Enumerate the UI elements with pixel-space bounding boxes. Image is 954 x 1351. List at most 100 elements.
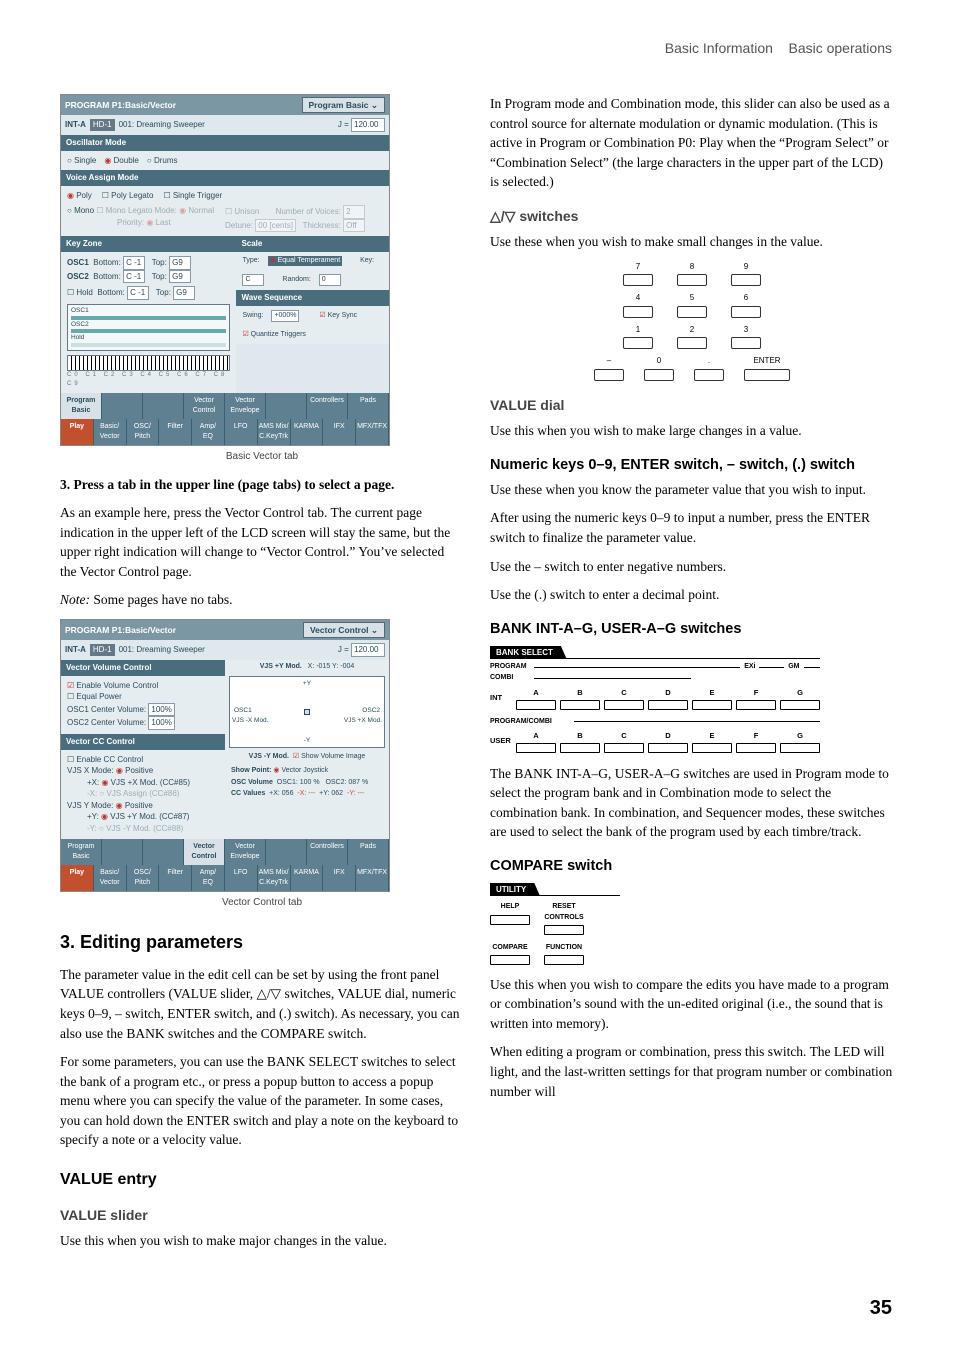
lcd1-keyzone-head: Key Zone	[61, 236, 236, 252]
lcd1-title-right-dropdown[interactable]: Program Basic	[302, 97, 385, 113]
ltab-amp-eq[interactable]: Amp/ EQ	[192, 419, 225, 445]
tab-vector-envelope[interactable]: Vector Envelope	[225, 393, 266, 419]
radio-vjsy-positive[interactable]: Positive	[116, 801, 153, 810]
page-number: 35	[870, 1294, 892, 1323]
lcd2-vvc-head: Vector Volume Control	[61, 660, 225, 676]
radio-priority-last: Last	[146, 218, 170, 227]
lcd2-title-left: PROGRAM P1:Basic/Vector	[65, 624, 176, 636]
bank-user-c	[604, 743, 644, 753]
caption-fig2: Vector Control tab	[60, 896, 464, 911]
ltab-karma[interactable]: KARMA	[291, 419, 324, 445]
bank-int-a	[516, 700, 556, 710]
popup-vjs-my: VJS -Y Mod.	[99, 824, 151, 833]
radio-single[interactable]: Single	[67, 155, 96, 167]
lcd1-voice-head: Voice Assign Mode	[61, 170, 389, 186]
key-dot	[694, 369, 724, 381]
ltab2-filter[interactable]: Filter	[159, 865, 192, 891]
bank-title: BANK SELECT	[490, 646, 567, 660]
chk-key-sync[interactable]: Key Sync	[319, 311, 357, 321]
lcd2-prog-name: 001: Dreaming Sweeper	[119, 644, 205, 656]
ltab2-ams[interactable]: AMS Mix/ C.KeyTrk	[258, 865, 291, 891]
tab-controllers[interactable]: Controllers	[307, 393, 348, 419]
tab2-vector-control[interactable]: Vector Control	[184, 839, 225, 865]
scale-type-popup[interactable]: Equal Temperament	[268, 256, 343, 266]
keypad-diagram: 7 8 9 4 5 6 1 2 3 – 0 . ENTER	[582, 261, 802, 381]
bank-user-e	[692, 743, 732, 753]
ltab2-mfx[interactable]: MFX/TFX	[356, 865, 389, 891]
radio-poly[interactable]: Poly	[67, 190, 92, 202]
chk-poly-legato[interactable]: Poly Legato	[102, 190, 154, 202]
ltab-ams[interactable]: AMS Mix/ C.KeyTrk	[258, 419, 291, 445]
bank-int-b	[560, 700, 600, 710]
p-edit1: The parameter value in the edit cell can…	[60, 965, 464, 1043]
tab2-program-basic[interactable]: Program Basic	[61, 839, 102, 865]
ltab-play[interactable]: Play	[61, 419, 94, 445]
lcd2-bank-tag: HD-1	[90, 644, 115, 656]
ltab-lfo[interactable]: LFO	[225, 419, 258, 445]
chk-single-trigger[interactable]: Single Trigger	[163, 190, 222, 202]
lcd1-osc-mode-head: Oscillator Mode	[61, 135, 389, 151]
bank-user-f	[736, 743, 776, 753]
radio-vjsx-positive[interactable]: Positive	[116, 766, 153, 775]
left-column: PROGRAM P1:Basic/Vector Program Basic IN…	[60, 94, 464, 1260]
tab-pads[interactable]: Pads	[348, 393, 389, 419]
tab-program-basic[interactable]: Program Basic	[61, 393, 102, 419]
vector-joystick-display: +Y OSC1 OSC2 VJS -X Mod. VJS +X Mod. -Y	[229, 676, 385, 748]
lcd1-upper-tabs: Program Basic Vector Control Vector Enve…	[61, 393, 389, 419]
chk-hold[interactable]: Hold	[67, 288, 93, 297]
ltab2-karma[interactable]: KARMA	[291, 865, 324, 891]
lcd-screenshot-vector-control: PROGRAM P1:Basic/Vector Vector Control I…	[60, 619, 390, 892]
radio-drums[interactable]: Drums	[147, 155, 178, 167]
key-7	[623, 274, 653, 286]
ltab2-ifx[interactable]: IFX	[323, 865, 356, 891]
radio-mode-normal: Normal	[179, 206, 214, 215]
lcd1-bank-tag: HD-1	[90, 119, 115, 131]
ltab-osc-pitch[interactable]: OSC/ Pitch	[127, 419, 160, 445]
ltab2-play[interactable]: Play	[61, 865, 94, 891]
popup-vjs-mx: VJS Assign	[99, 789, 147, 798]
ltab-mfx[interactable]: MFX/TFX	[356, 419, 389, 445]
header-left: Basic Information	[665, 40, 773, 56]
lcd1-bank: INT-A	[65, 119, 86, 131]
key-minus	[594, 369, 624, 381]
key-2	[677, 337, 707, 349]
ltab2-amp[interactable]: Amp/ EQ	[192, 865, 225, 891]
chk-enable-cc[interactable]: Enable CC Control	[67, 755, 143, 764]
tab-vector-control[interactable]: Vector Control	[184, 393, 225, 419]
ltab-basic-vector[interactable]: Basic/ Vector	[94, 419, 127, 445]
p-num2: After using the numeric keys 0–9 to inpu…	[490, 508, 894, 547]
ltab2-osc[interactable]: OSC/ Pitch	[127, 865, 160, 891]
header-right: Basic operations	[788, 40, 892, 56]
radio-mono[interactable]: Mono	[67, 206, 94, 215]
lcd2-title-right-dropdown[interactable]: Vector Control	[303, 622, 385, 638]
lcd1-lower-tabs: Play Basic/ Vector OSC/ Pitch Filter Amp…	[61, 419, 389, 445]
key-6	[731, 306, 761, 318]
chk-quantize-triggers[interactable]: Quantize Triggers	[242, 330, 305, 340]
lcd2-upper-tabs: Program Basic Vector Control Vector Enve…	[61, 839, 389, 865]
popup-vjs-px[interactable]: VJS +X Mod.	[101, 778, 157, 787]
running-header: Basic Information Basic operations	[665, 38, 892, 58]
tab2-controllers[interactable]: Controllers	[307, 839, 348, 865]
chk-enable-vol[interactable]: Enable Volume Control	[67, 681, 158, 690]
ltab2-basic[interactable]: Basic/ Vector	[94, 865, 127, 891]
btn-function	[544, 955, 584, 965]
p-top-right: In Program mode and Combination mode, th…	[490, 94, 894, 192]
utility-title: UTILITY	[490, 883, 540, 897]
chk-show-volume-image[interactable]: Show Volume Image	[293, 753, 365, 760]
ltab-ifx[interactable]: IFX	[323, 419, 356, 445]
radio-double[interactable]: Double	[104, 155, 139, 167]
tab2-vector-envelope[interactable]: Vector Envelope	[225, 839, 266, 865]
ltab-filter[interactable]: Filter	[159, 419, 192, 445]
key-3	[731, 337, 761, 349]
bank-int-f	[736, 700, 776, 710]
popup-vjs-py[interactable]: VJS +Y Mod.	[101, 812, 157, 821]
p-dial: Use this when you wish to make large cha…	[490, 421, 894, 441]
right-column: In Program mode and Combination mode, th…	[490, 94, 894, 1260]
p-example: As an example here, press the Vector Con…	[60, 503, 464, 581]
btn-help	[490, 915, 530, 925]
step-3: 3. Press a tab in the upper line (page t…	[60, 475, 464, 495]
ltab2-lfo[interactable]: LFO	[225, 865, 258, 891]
popup-show-point[interactable]: Vector Joystick	[273, 767, 328, 774]
chk-equal-power[interactable]: Equal Power	[67, 692, 122, 701]
tab2-pads[interactable]: Pads	[348, 839, 389, 865]
